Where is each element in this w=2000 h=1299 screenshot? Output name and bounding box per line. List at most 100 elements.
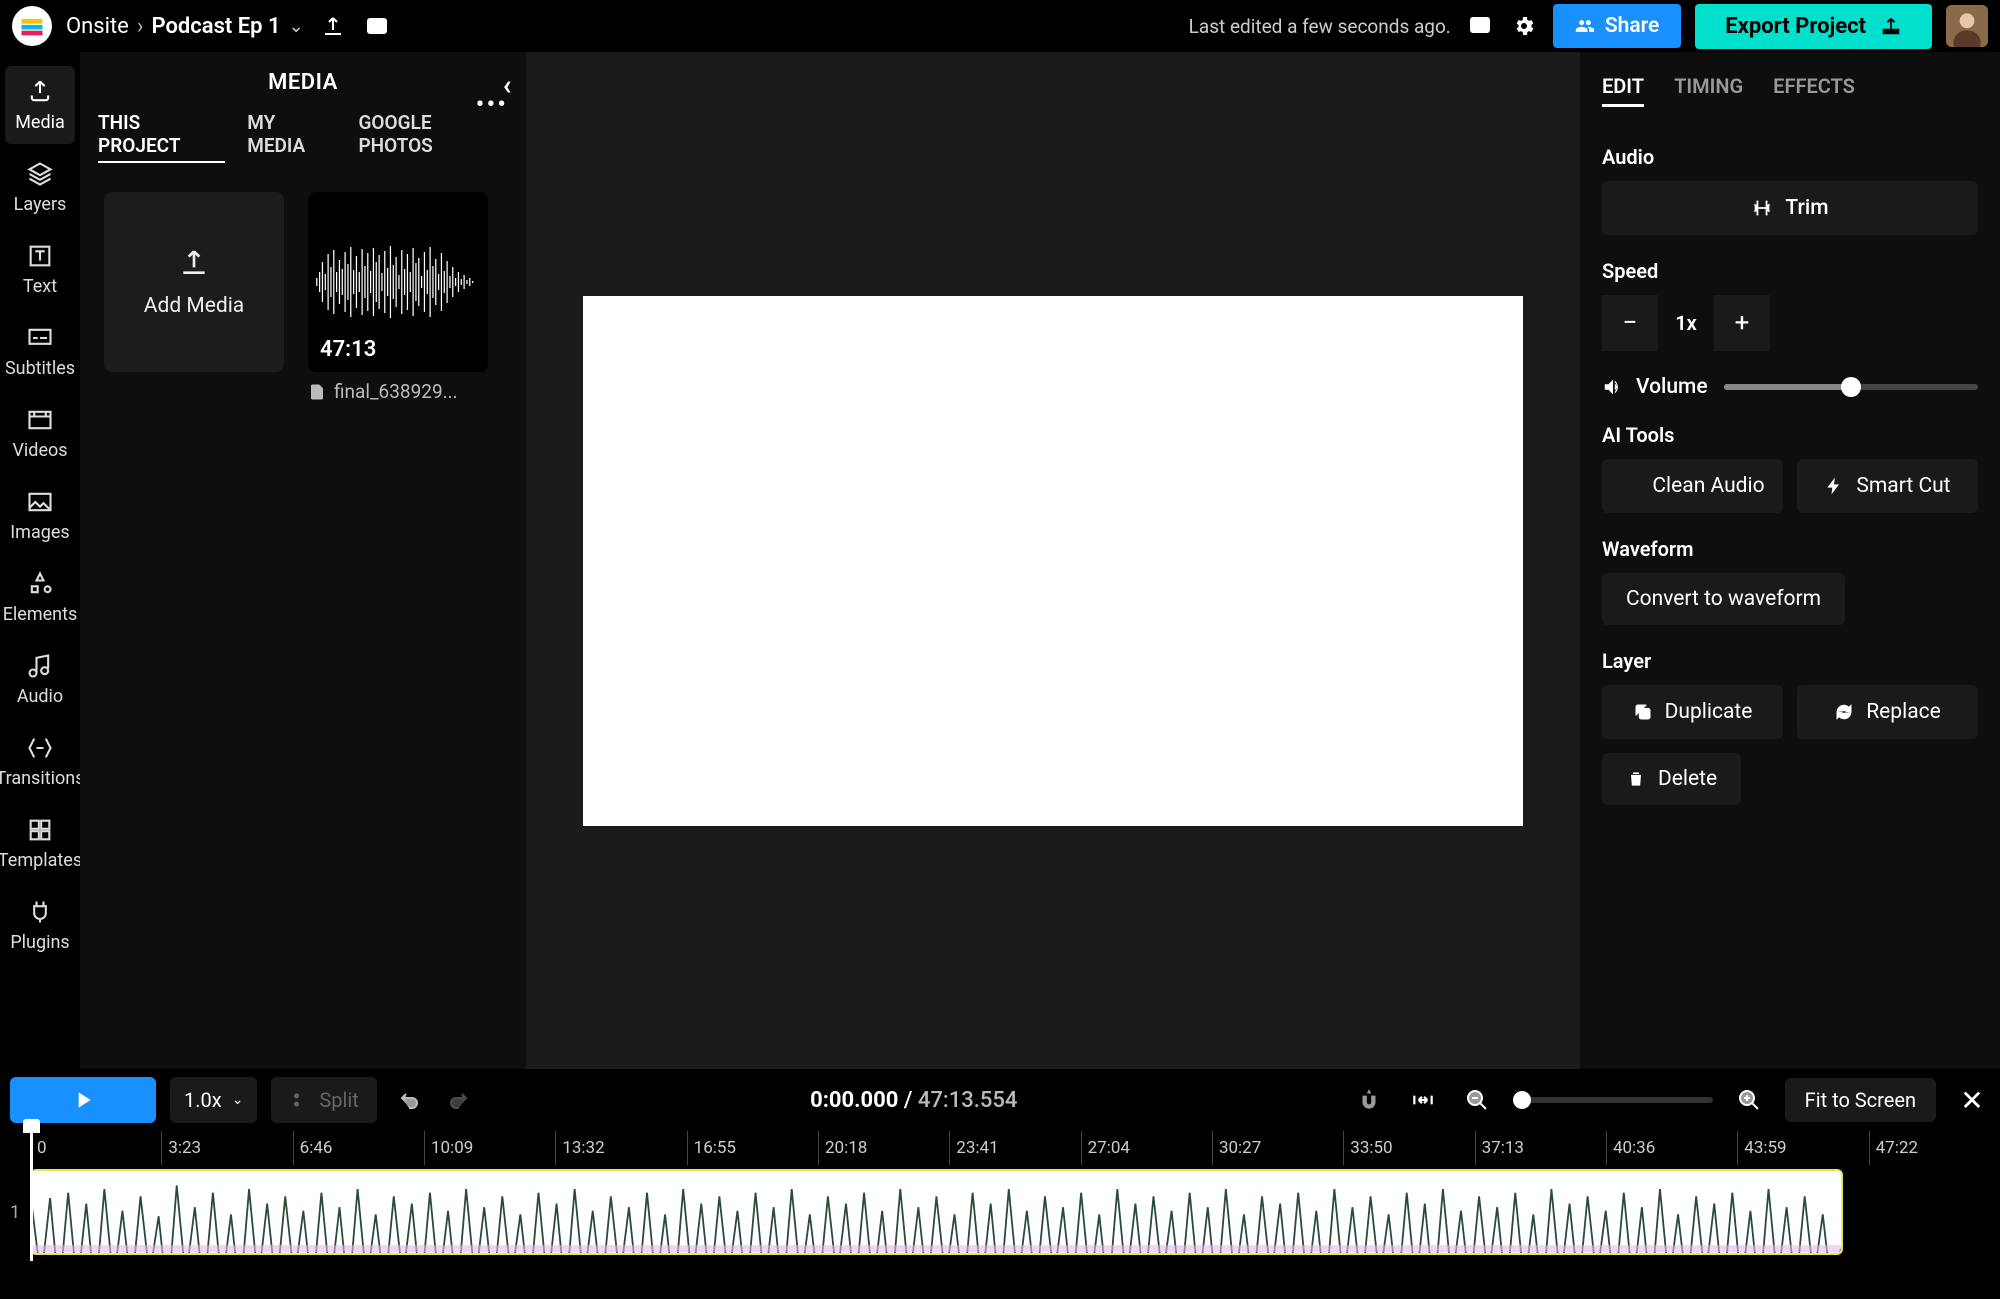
rail-videos[interactable]: Videos	[5, 394, 75, 472]
zoom-slider[interactable]	[1513, 1097, 1713, 1103]
speed-section-label: Speed	[1602, 259, 1978, 283]
rail-layers[interactable]: Layers	[5, 148, 75, 226]
ruler-tick: 47:22	[1869, 1131, 2000, 1165]
breadcrumb-root[interactable]: Onsite	[66, 14, 129, 39]
chevron-down-icon: ⌄	[232, 1092, 244, 1108]
video-canvas[interactable]	[583, 296, 1523, 826]
playback-controls: 1.0x ⌄ Split 0:00.000 / 47:13.554	[0, 1069, 2000, 1131]
ruler-tick: 16:55	[687, 1131, 818, 1165]
settings-icon[interactable]	[1509, 11, 1539, 41]
rail-label: Plugins	[10, 932, 69, 953]
share-label: Share	[1605, 14, 1659, 38]
media-panel-header: MEDIA ‹	[80, 52, 526, 112]
magnet-icon[interactable]	[1351, 1082, 1387, 1118]
canvas-area	[526, 52, 1580, 1069]
split-button[interactable]: Split	[271, 1077, 376, 1123]
smart-cut-button[interactable]: Smart Cut	[1797, 459, 1978, 513]
clean-audio-button[interactable]: Clean Audio	[1602, 459, 1783, 513]
volume-slider[interactable]	[1724, 384, 1978, 390]
volume-label: Volume	[1636, 375, 1708, 399]
playback-speed-select[interactable]: 1.0x ⌄	[170, 1077, 257, 1123]
captions-icon[interactable]	[362, 11, 392, 41]
rail-plugins[interactable]: Plugins	[5, 886, 75, 964]
delete-button[interactable]: Delete	[1602, 753, 1741, 805]
app-logo[interactable]	[12, 6, 52, 46]
replace-label: Replace	[1866, 700, 1941, 724]
right-panel: EDIT TIMING EFFECTS Audio Trim Speed − 1…	[1580, 52, 2000, 1069]
timeline-area: 1.0x ⌄ Split 0:00.000 / 47:13.554	[0, 1069, 2000, 1299]
waveform-preview	[308, 242, 488, 322]
comments-icon[interactable]	[1465, 11, 1495, 41]
clip-waveform	[32, 1171, 1841, 1255]
upload-icon[interactable]	[318, 11, 348, 41]
tab-effects[interactable]: EFFECTS	[1773, 74, 1855, 107]
rail-label: Layers	[14, 194, 67, 215]
playhead[interactable]	[30, 1131, 33, 1261]
play-button[interactable]	[10, 1077, 156, 1123]
convert-waveform-button[interactable]: Convert to waveform	[1602, 573, 1845, 625]
breadcrumb: Onsite › Podcast Ep 1 ⌄	[66, 14, 304, 39]
snap-icon[interactable]	[1405, 1082, 1441, 1118]
media-thumbnail[interactable]: 47:13	[308, 192, 488, 372]
split-label: Split	[319, 1088, 358, 1112]
tab-this-project[interactable]: THIS PROJECT	[98, 111, 225, 163]
clip-duration: 47:13	[320, 337, 376, 362]
clip-filename-row: final_638929...	[308, 380, 488, 403]
rail-label: Subtitles	[5, 358, 75, 379]
rail-elements[interactable]: Elements	[5, 558, 75, 636]
rail-label: Transitions	[0, 768, 85, 789]
timeline-ruler[interactable]: 0 3:23 6:46 10:09 13:32 16:55 20:18 23:4…	[0, 1131, 2000, 1165]
rail-text[interactable]: Text	[5, 230, 75, 308]
breadcrumb-project[interactable]: Podcast Ep 1	[151, 14, 280, 39]
last-edited-text: Last edited a few seconds ago.	[1189, 15, 1451, 38]
replace-button[interactable]: Replace	[1797, 685, 1978, 739]
tab-timing[interactable]: TIMING	[1674, 74, 1743, 107]
export-label: Export Project	[1725, 14, 1866, 39]
redo-icon[interactable]	[441, 1082, 477, 1118]
rail-label: Videos	[12, 440, 67, 461]
trim-button[interactable]: Trim	[1602, 181, 1978, 235]
more-icon[interactable]: •••	[476, 90, 508, 120]
audio-clip[interactable]	[30, 1169, 1843, 1255]
rail-templates[interactable]: Templates	[5, 804, 75, 882]
share-button[interactable]: Share	[1553, 4, 1681, 48]
rail-subtitles[interactable]: Subtitles	[5, 312, 75, 390]
add-media-button[interactable]: Add Media	[104, 192, 284, 372]
time-sep: /	[898, 1088, 918, 1113]
zoom-out-icon[interactable]	[1459, 1082, 1495, 1118]
tab-edit[interactable]: EDIT	[1602, 74, 1644, 107]
speed-value: 1x	[1658, 295, 1714, 351]
chevron-down-icon[interactable]: ⌄	[289, 16, 304, 37]
delete-label: Delete	[1658, 767, 1717, 791]
ruler-tick: 33:50	[1343, 1131, 1474, 1165]
export-button[interactable]: Export Project	[1695, 4, 1932, 49]
clean-audio-label: Clean Audio	[1652, 474, 1764, 498]
rail-label: Audio	[17, 686, 63, 707]
media-grid: Add Media 47:13 final_638929...	[80, 162, 526, 433]
fit-to-screen-button[interactable]: Fit to Screen	[1785, 1078, 1936, 1122]
undo-icon[interactable]	[391, 1082, 427, 1118]
rail-media[interactable]: Media	[5, 66, 75, 144]
smart-cut-label: Smart Cut	[1856, 474, 1950, 498]
ruler-tick: 0	[30, 1131, 161, 1165]
close-icon[interactable]: ✕	[1954, 1084, 1990, 1117]
track-lane[interactable]	[30, 1165, 2000, 1259]
speed-decrease-button[interactable]: −	[1602, 295, 1658, 351]
ruler-tick: 23:41	[949, 1131, 1080, 1165]
media-panel-title: MEDIA	[268, 70, 338, 95]
tab-my-media[interactable]: MY MEDIA	[247, 111, 336, 163]
zoom-in-icon[interactable]	[1731, 1082, 1767, 1118]
speed-increase-button[interactable]: +	[1714, 295, 1770, 351]
ai-tools-label: AI Tools	[1602, 423, 1978, 447]
ruler-tick: 43:59	[1737, 1131, 1868, 1165]
duplicate-label: Duplicate	[1665, 700, 1753, 724]
rail-images[interactable]: Images	[5, 476, 75, 554]
duplicate-button[interactable]: Duplicate	[1602, 685, 1783, 739]
rail-transitions[interactable]: Transitions	[5, 722, 75, 800]
user-avatar[interactable]	[1946, 5, 1988, 47]
rail-audio[interactable]: Audio	[5, 640, 75, 718]
top-bar: Onsite › Podcast Ep 1 ⌄ Last edited a fe…	[0, 0, 2000, 52]
audio-section-label: Audio	[1602, 145, 1978, 169]
ruler-tick: 3:23	[161, 1131, 292, 1165]
media-clip-card[interactable]: 47:13 final_638929...	[308, 192, 488, 403]
